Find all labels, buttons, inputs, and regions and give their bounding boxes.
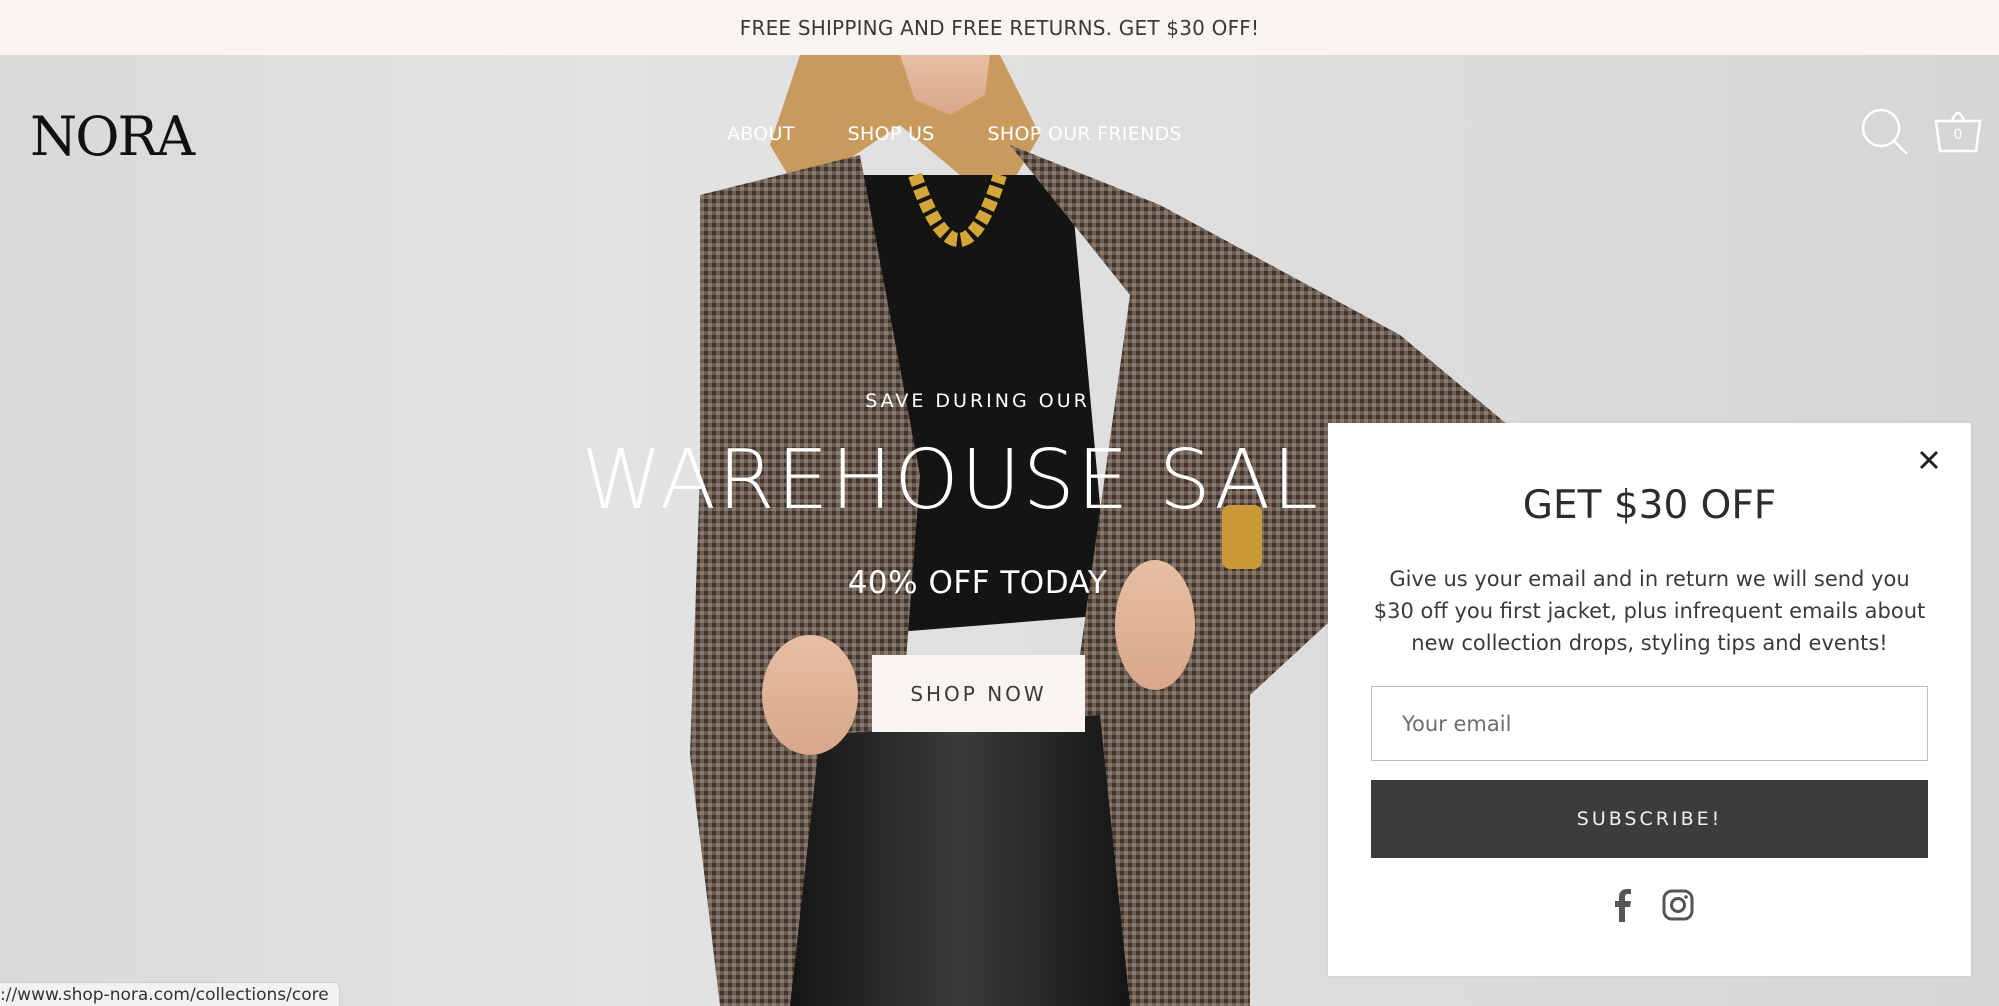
close-icon [1919,450,1939,470]
instagram-icon [1662,889,1694,921]
close-button[interactable] [1912,443,1946,477]
search-icon [1861,108,1908,155]
email-field[interactable] [1371,686,1928,761]
brand-logo[interactable]: NORA [30,105,195,168]
cart-button[interactable]: 0 [1930,103,1986,159]
shop-now-button[interactable]: SHOP NOW [872,655,1085,732]
cart-count: 0 [1953,127,1963,143]
subscribe-button[interactable]: SUBSCRIBE! [1371,780,1928,858]
nav-shop-us[interactable]: SHOP US [848,123,935,145]
discount-popup: GET $30 OFF Give us your email and in re… [1328,423,1971,976]
announcement-bar: FREE SHIPPING AND FREE RETURNS. GET $30 … [0,0,1999,55]
popup-description: Give us your email and in return we will… [1373,567,1926,655]
instagram-link[interactable] [1661,888,1695,926]
hero-eyebrow: SAVE DURING OUR [865,390,1090,412]
status-bar-url: ://www.shop-nora.com/collections/core [0,982,340,1006]
nav-about[interactable]: ABOUT [727,123,795,145]
nav-shop-our-friends[interactable]: SHOP OUR FRIENDS [988,123,1182,145]
main-nav: ABOUT SHOP US SHOP OUR FRIENDS [727,123,1182,145]
facebook-icon [1615,889,1631,922]
facebook-link[interactable] [1608,888,1638,926]
search-button[interactable] [1860,107,1910,157]
popup-title: GET $30 OFF [1522,483,1777,528]
announcement-text: FREE SHIPPING AND FREE RETURNS. GET $30 … [739,15,1260,40]
